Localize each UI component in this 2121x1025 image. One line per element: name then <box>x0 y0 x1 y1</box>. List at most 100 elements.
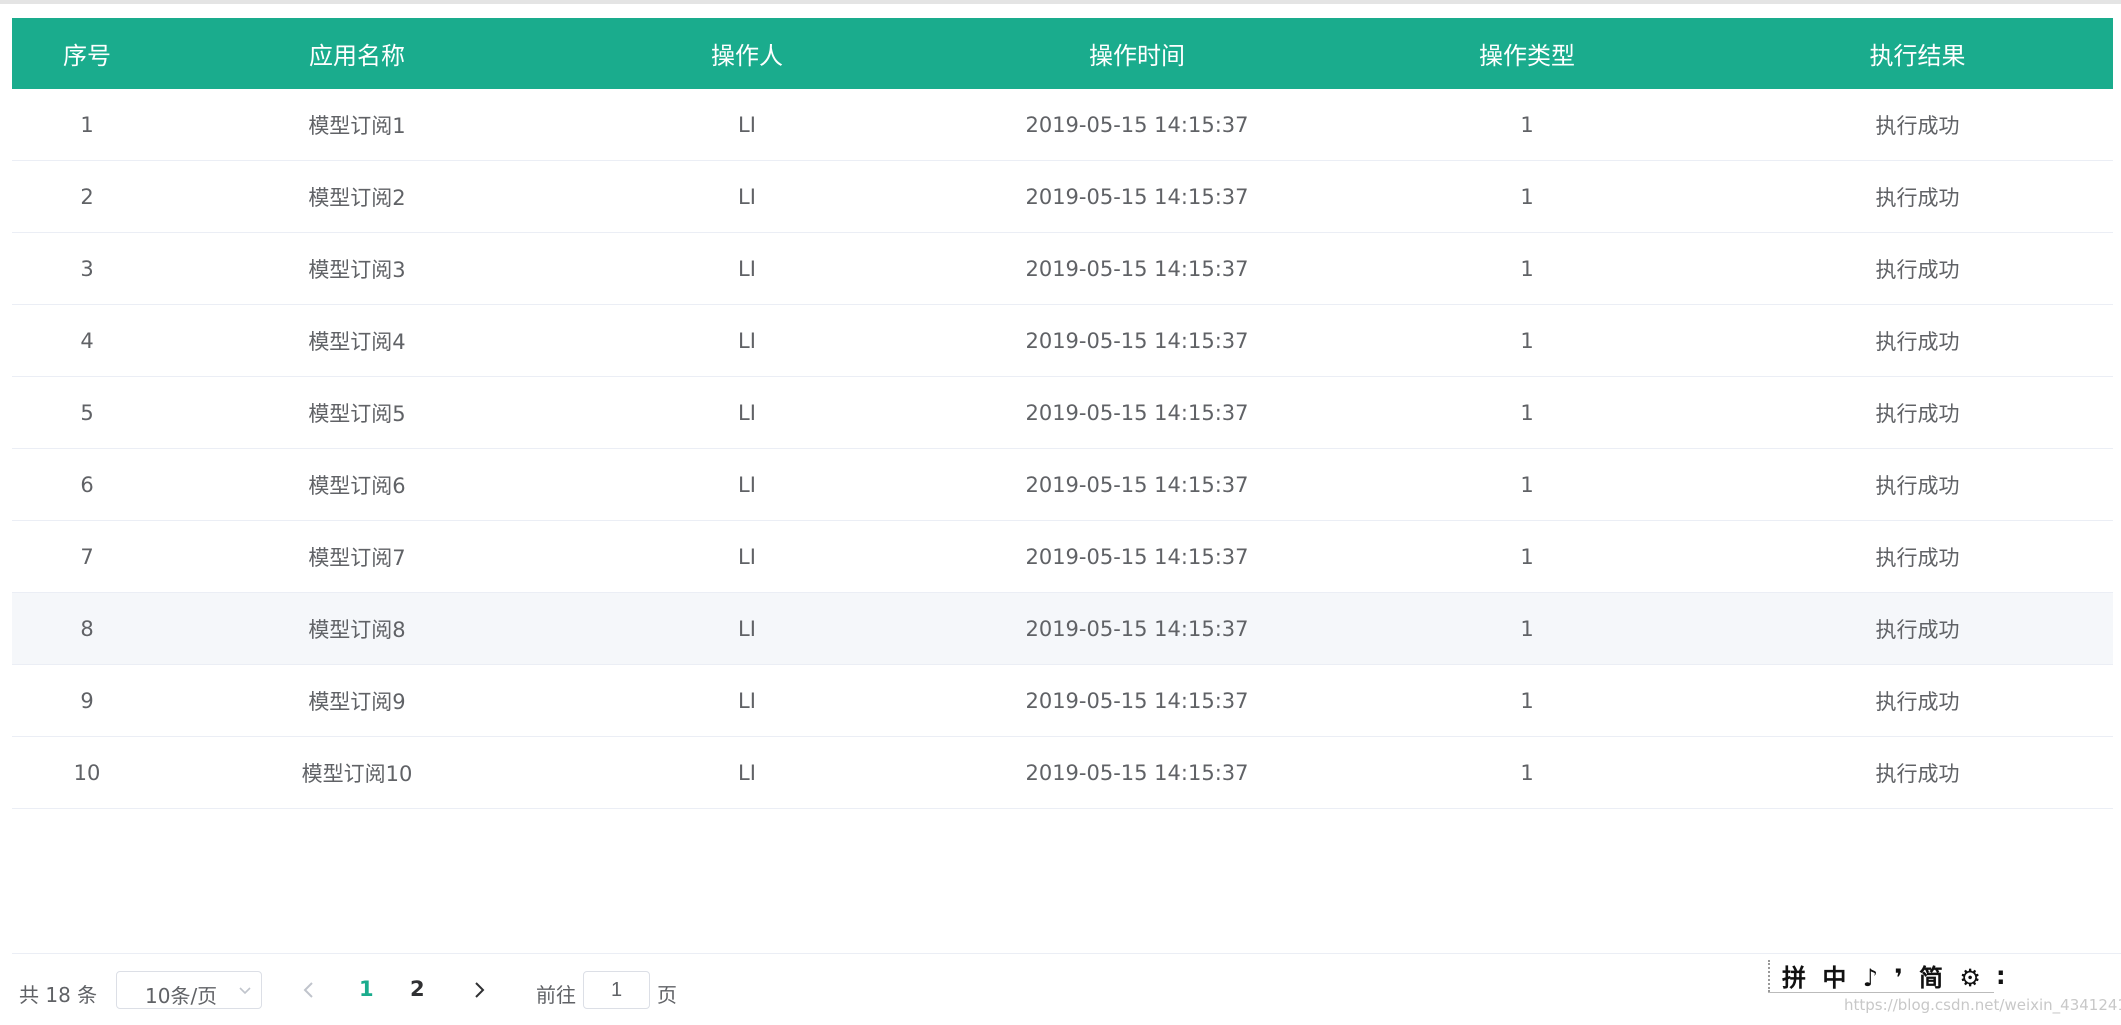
header-app-name[interactable]: 应用名称 <box>162 18 552 89</box>
cell-index: 10 <box>12 736 162 809</box>
cell-operation-type: 1 <box>1332 664 1722 737</box>
ime-toolbar[interactable]: 拼 中 ♪ ❜ 简 ⚙ ∶ <box>1768 958 2004 994</box>
ime-toolbar-icons[interactable]: 拼 中 ♪ ❜ 简 ⚙ ∶ <box>1782 958 2008 993</box>
cell-operation-type: 1 <box>1332 592 1722 665</box>
table-row[interactable]: 10 模型订阅10 LI 2019-05-15 14:15:37 1 执行成功 <box>12 736 2113 809</box>
data-table: 序号 应用名称 操作人 操作时间 操作类型 执行结果 1 模型订阅1 LI 2019-… <box>12 18 2113 809</box>
cell-operation-time: 2019-05-15 14:15:37 <box>942 160 1332 233</box>
cell-index: 7 <box>12 520 162 593</box>
top-rule <box>0 0 2121 4</box>
cell-result: 执行成功 <box>1722 520 2113 593</box>
next-page-button[interactable] <box>468 978 490 1002</box>
page-unit-label: 页 <box>657 983 677 1007</box>
cell-operator: LI <box>552 304 942 377</box>
cell-result: 执行成功 <box>1722 592 2113 665</box>
table-row[interactable]: 5 模型订阅5 LI 2019-05-15 14:15:37 1 执行成功 <box>12 376 2113 449</box>
cell-index: 3 <box>12 232 162 305</box>
table-row[interactable]: 8 模型订阅8 LI 2019-05-15 14:15:37 1 执行成功 <box>12 592 2113 665</box>
total-count: 共 18 条 <box>19 983 98 1007</box>
table-row[interactable]: 7 模型订阅7 LI 2019-05-15 14:15:37 1 执行成功 <box>12 520 2113 593</box>
cell-operation-type: 1 <box>1332 448 1722 521</box>
cell-app-name: 模型订阅2 <box>162 160 552 233</box>
goto-page-input[interactable] <box>583 971 650 1009</box>
watermark: https://blog.csdn.net/weixin_43412413 <box>1844 996 2121 1014</box>
cell-index: 9 <box>12 664 162 737</box>
header-operator[interactable]: 操作人 <box>552 18 942 89</box>
page-number-2[interactable]: 2 <box>410 977 425 1001</box>
chevron-left-icon <box>303 982 313 998</box>
cell-result: 执行成功 <box>1722 664 2113 737</box>
cell-operation-time: 2019-05-15 14:15:37 <box>942 736 1332 809</box>
table-row[interactable]: 9 模型订阅9 LI 2019-05-15 14:15:37 1 执行成功 <box>12 664 2113 737</box>
header-index[interactable]: 序号 <box>12 18 162 89</box>
cell-operation-type: 1 <box>1332 160 1722 233</box>
cell-index: 1 <box>12 89 162 161</box>
cell-operation-type: 1 <box>1332 376 1722 449</box>
table-row[interactable]: 6 模型订阅6 LI 2019-05-15 14:15:37 1 执行成功 <box>12 448 2113 521</box>
cell-result: 执行成功 <box>1722 304 2113 377</box>
cell-operator: LI <box>552 448 942 521</box>
cell-index: 4 <box>12 304 162 377</box>
cell-operation-time: 2019-05-15 14:15:37 <box>942 232 1332 305</box>
cell-app-name: 模型订阅10 <box>162 736 552 809</box>
cell-app-name: 模型订阅8 <box>162 592 552 665</box>
cell-index: 5 <box>12 376 162 449</box>
cell-operation-time: 2019-05-15 14:15:37 <box>942 376 1332 449</box>
cell-operator: LI <box>552 592 942 665</box>
page-size-select[interactable]: 10条/页 <box>116 971 262 1009</box>
header-operation-type[interactable]: 操作类型 <box>1332 18 1722 89</box>
goto-label: 前往 <box>536 983 576 1007</box>
cell-operator: LI <box>552 160 942 233</box>
cell-app-name: 模型订阅3 <box>162 232 552 305</box>
table-row[interactable]: 2 模型订阅2 LI 2019-05-15 14:15:37 1 执行成功 <box>12 160 2113 233</box>
header-result[interactable]: 执行结果 <box>1722 18 2113 89</box>
cell-app-name: 模型订阅7 <box>162 520 552 593</box>
table-row[interactable]: 1 模型订阅1 LI 2019-05-15 14:15:37 1 执行成功 <box>12 89 2113 161</box>
page-size-value: 10条/页 <box>145 984 218 1008</box>
chevron-right-icon <box>475 982 485 998</box>
pagination-divider <box>12 953 2121 954</box>
cell-result: 执行成功 <box>1722 376 2113 449</box>
table-row[interactable]: 3 模型订阅3 LI 2019-05-15 14:15:37 1 执行成功 <box>12 232 2113 305</box>
cell-index: 8 <box>12 592 162 665</box>
table-header-row: 序号 应用名称 操作人 操作时间 操作类型 执行结果 <box>12 18 2113 89</box>
chevron-down-icon <box>239 987 251 995</box>
cell-operation-time: 2019-05-15 14:15:37 <box>942 520 1332 593</box>
cell-operation-time: 2019-05-15 14:15:37 <box>942 448 1332 521</box>
table-row[interactable]: 4 模型订阅4 LI 2019-05-15 14:15:37 1 执行成功 <box>12 304 2113 377</box>
cell-app-name: 模型订阅6 <box>162 448 552 521</box>
cell-operation-time: 2019-05-15 14:15:37 <box>942 664 1332 737</box>
ime-underline <box>1768 992 1994 993</box>
cell-operator: LI <box>552 664 942 737</box>
table-body: 1 模型订阅1 LI 2019-05-15 14:15:37 1 执行成功 2 模型订阅2 LI… <box>12 89 2113 809</box>
cell-operation-type: 1 <box>1332 520 1722 593</box>
cell-operator: LI <box>552 736 942 809</box>
cell-operator: LI <box>552 376 942 449</box>
cell-app-name: 模型订阅9 <box>162 664 552 737</box>
ime-drag-handle[interactable] <box>1768 960 1773 992</box>
pagination: 共 18 条 10条/页 1 2 前往 页 <box>0 968 1200 1014</box>
cell-operation-time: 2019-05-15 14:15:37 <box>942 89 1332 161</box>
cell-result: 执行成功 <box>1722 736 2113 809</box>
cell-operator: LI <box>552 89 942 161</box>
cell-operation-type: 1 <box>1332 736 1722 809</box>
cell-operator: LI <box>552 232 942 305</box>
cell-index: 2 <box>12 160 162 233</box>
cell-index: 6 <box>12 448 162 521</box>
cell-operation-type: 1 <box>1332 89 1722 161</box>
header-operation-time[interactable]: 操作时间 <box>942 18 1332 89</box>
cell-operation-time: 2019-05-15 14:15:37 <box>942 304 1332 377</box>
cell-result: 执行成功 <box>1722 448 2113 521</box>
prev-page-button[interactable] <box>298 978 320 1002</box>
page-number-1[interactable]: 1 <box>359 977 374 1001</box>
cell-operation-type: 1 <box>1332 304 1722 377</box>
cell-operation-type: 1 <box>1332 232 1722 305</box>
cell-result: 执行成功 <box>1722 160 2113 233</box>
cell-operation-time: 2019-05-15 14:15:37 <box>942 592 1332 665</box>
cell-app-name: 模型订阅1 <box>162 89 552 161</box>
cell-result: 执行成功 <box>1722 89 2113 161</box>
cell-result: 执行成功 <box>1722 232 2113 305</box>
cell-app-name: 模型订阅5 <box>162 376 552 449</box>
cell-app-name: 模型订阅4 <box>162 304 552 377</box>
cell-operator: LI <box>552 520 942 593</box>
